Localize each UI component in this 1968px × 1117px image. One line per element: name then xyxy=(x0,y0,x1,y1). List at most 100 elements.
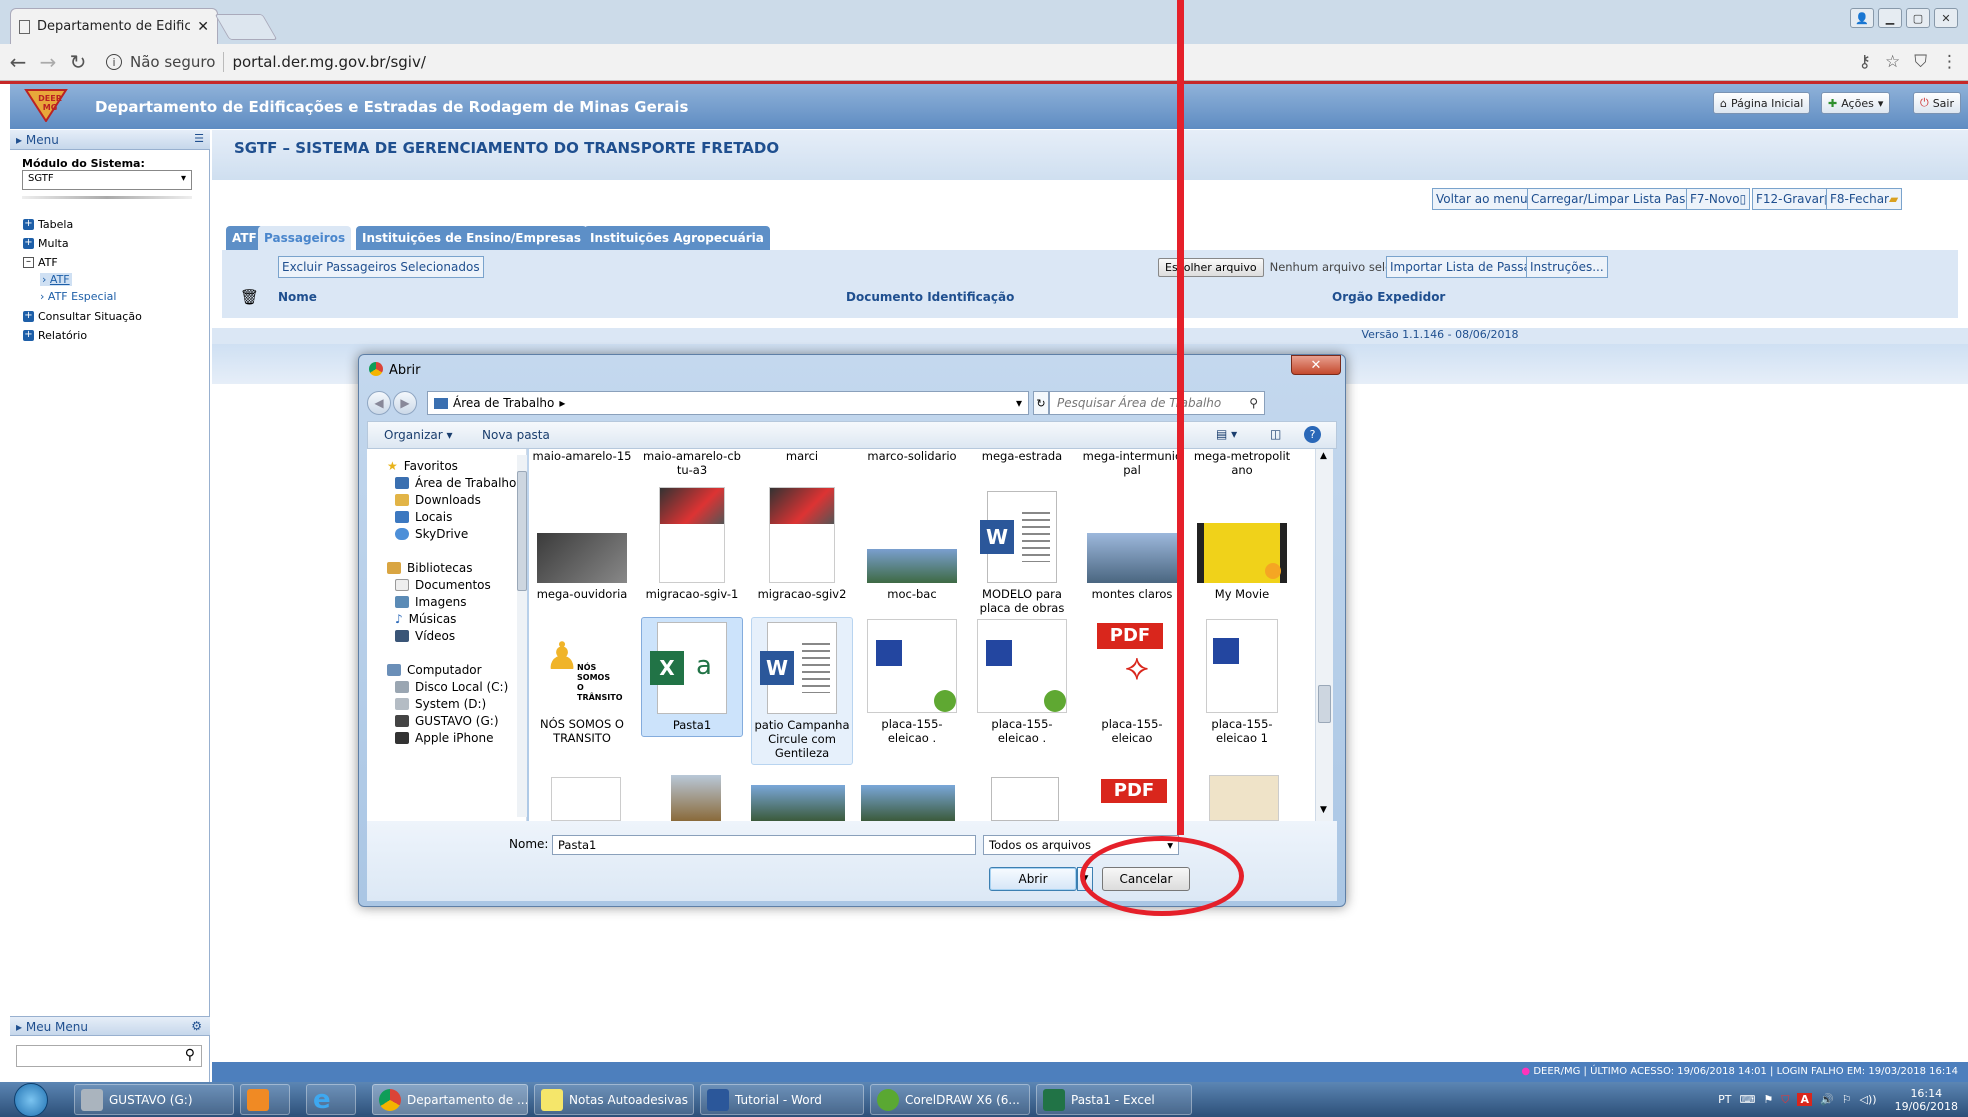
back-icon[interactable]: ← xyxy=(6,50,30,74)
omnibox[interactable]: i Não seguro portal.der.mg.gov.br/sgiv/ xyxy=(106,52,426,72)
flag-icon[interactable]: ⚐ xyxy=(1842,1093,1852,1106)
file-item[interactable]: W MODELO para placa de obras xyxy=(971,487,1073,615)
back-to-menu-button[interactable]: Voltar ao menu xyxy=(1432,188,1532,210)
home-button[interactable]: ⌂ Página Inicial xyxy=(1713,92,1811,114)
nav-computer[interactable]: Computador xyxy=(387,663,482,677)
keyboard-icon[interactable]: ⌨ xyxy=(1739,1093,1755,1106)
nav-images[interactable]: Imagens xyxy=(395,595,466,609)
shield-icon[interactable]: ⛉ xyxy=(1781,1093,1789,1107)
menu-list-icon[interactable]: ☰ xyxy=(194,132,204,145)
file-item[interactable]: mega-ouvidoria xyxy=(531,487,633,601)
nav-disk-c[interactable]: Disco Local (C:) xyxy=(395,680,508,694)
taskbar-item-excel[interactable]: Pasta1 - Excel xyxy=(1036,1084,1192,1115)
close-button[interactable]: F8-Fechar ▰ xyxy=(1826,188,1903,210)
document-thumbnail[interactable] xyxy=(551,777,621,821)
browser-tab[interactable]: Departamento de Edifica ✕ xyxy=(10,8,218,44)
search-icon[interactable]: ⚲ xyxy=(185,1047,195,1063)
reload-icon[interactable]: ↻ xyxy=(66,50,90,74)
new-tab-button[interactable] xyxy=(214,14,278,40)
taskbar-item-media[interactable] xyxy=(240,1084,290,1115)
taskbar-item-word[interactable]: Tutorial - Word xyxy=(700,1084,864,1115)
trash-icon[interactable]: 🗑 xyxy=(240,288,259,306)
scrollbar-thumb[interactable] xyxy=(1318,685,1331,723)
file-item[interactable]: W patio Campanha Circule com Gentileza xyxy=(751,617,853,765)
minimize-icon[interactable]: ▁ xyxy=(1878,8,1902,28)
close-tab-icon[interactable]: ✕ xyxy=(197,19,209,35)
start-button[interactable] xyxy=(14,1083,48,1117)
maximize-icon[interactable]: ▢ xyxy=(1906,8,1930,28)
tab-instituicoes-ensino[interactable]: Instituições de Ensino/Empresas xyxy=(356,226,588,250)
refresh-icon[interactable]: ↻ xyxy=(1033,391,1049,415)
dialog-close-button[interactable]: ✕ xyxy=(1291,355,1341,375)
nav-documents[interactable]: Documentos xyxy=(395,578,491,592)
nav-scrollbar[interactable] xyxy=(517,455,527,817)
file-item[interactable]: mega-metropolit ano xyxy=(1191,449,1293,477)
wrench-icon[interactable]: ⚙ xyxy=(191,1019,202,1033)
location-breadcrumb[interactable]: Área de Trabalho ▸ ▾ xyxy=(427,391,1029,415)
file-item[interactable]: maio-amarelo-15 xyxy=(531,449,633,463)
view-icon[interactable]: ▤ ▾ xyxy=(1216,427,1237,441)
sidebar-search-input[interactable]: ⚲ xyxy=(16,1045,202,1067)
new-button[interactable]: F7-Novo ▯ xyxy=(1686,188,1751,210)
file-item-selected[interactable]: X a Pasta1 xyxy=(641,617,743,737)
file-item[interactable]: placa-155-eleicao 1 xyxy=(1191,619,1293,745)
clock[interactable]: 16:14 19/06/2018 xyxy=(1895,1087,1958,1113)
tree-item-relatorio[interactable]: + Relatório xyxy=(23,329,87,342)
back-icon[interactable]: ◀ xyxy=(367,391,391,415)
menu-dots-icon[interactable]: ⋮ xyxy=(1941,52,1958,72)
speaker-icon[interactable]: 🔊 xyxy=(1820,1093,1834,1106)
key-icon[interactable]: ⚷ xyxy=(1859,52,1871,72)
sidebar-menu-header[interactable]: ▸ Menu ☰ xyxy=(10,130,210,150)
nav-scrollbar-thumb[interactable] xyxy=(517,471,527,591)
nav-favorites[interactable]: ★ Favoritos xyxy=(387,459,458,473)
file-item[interactable]: placa-155-eleicao . xyxy=(861,619,963,745)
my-menu-header[interactable]: ▸ Meu Menu ⚙ xyxy=(10,1016,210,1036)
taskbar-item-notes[interactable]: Notas Autoadesivas xyxy=(534,1084,694,1115)
volume-icon[interactable]: ◁)) xyxy=(1860,1093,1877,1106)
module-select[interactable]: SGTF ▾ xyxy=(22,170,192,190)
choose-file-button[interactable]: Escolher arquivo xyxy=(1158,257,1264,277)
nav-videos[interactable]: Vídeos xyxy=(395,629,455,643)
new-folder-button[interactable]: Nova pasta xyxy=(482,428,550,442)
tree-item-atf-especial[interactable]: › ATF Especial xyxy=(40,290,116,303)
close-window-icon[interactable]: ✕ xyxy=(1934,8,1958,28)
organize-button[interactable]: Organizar ▾ xyxy=(384,428,453,442)
tree-item-multa[interactable]: + Multa xyxy=(23,237,69,250)
forward-icon[interactable]: ▶ xyxy=(393,391,417,415)
help-icon[interactable]: ? xyxy=(1304,426,1321,443)
tab-passageiros[interactable]: Passageiros xyxy=(258,226,352,250)
file-item[interactable]: maio-amarelo-cb tu-a3 xyxy=(641,449,743,477)
file-item[interactable]: marci xyxy=(751,449,853,463)
acrobat-icon[interactable]: A xyxy=(1797,1093,1812,1106)
language-indicator[interactable]: PT xyxy=(1718,1093,1731,1106)
file-item[interactable]: montes claros xyxy=(1081,487,1183,601)
pdf-file-icon[interactable]: PDF xyxy=(1101,779,1167,803)
instructions-button[interactable]: Instruções... xyxy=(1526,256,1608,278)
exit-button[interactable]: ⏻ Sair xyxy=(1913,92,1962,114)
tree-item-consultar[interactable]: + Consultar Situação xyxy=(23,310,142,323)
image-thumbnail[interactable] xyxy=(671,775,721,821)
delete-selected-button[interactable]: Excluir Passageiros Selecionados xyxy=(278,256,484,278)
file-item[interactable]: migracao-sgiv-1 xyxy=(641,487,743,601)
open-button[interactable]: Abrir xyxy=(989,867,1077,891)
file-item[interactable]: PDF ⟡ placa-155-eleicao xyxy=(1081,619,1183,745)
star-icon[interactable]: ☆ xyxy=(1885,52,1900,72)
scroll-up-icon[interactable]: ▲ xyxy=(1320,451,1327,461)
nav-music[interactable]: ♪ Músicas xyxy=(395,612,456,626)
nav-disk-d[interactable]: System (D:) xyxy=(395,697,486,711)
taskbar-item-drive[interactable]: GUSTAVO (G:) xyxy=(74,1084,234,1115)
actions-button[interactable]: ✚ Ações ▾ xyxy=(1821,92,1891,114)
file-item[interactable]: mega-intermunic pal xyxy=(1081,449,1183,477)
preview-pane-icon[interactable]: ◫ xyxy=(1270,427,1281,441)
image-thumbnail[interactable] xyxy=(751,785,845,821)
nav-places[interactable]: Locais xyxy=(395,510,452,524)
nav-downloads[interactable]: Downloads xyxy=(395,493,481,507)
taskbar-item-chrome[interactable]: Departamento de ... xyxy=(372,1084,528,1115)
nav-libraries[interactable]: Bibliotecas xyxy=(387,561,472,575)
shield-icon[interactable]: ⛉ xyxy=(1914,52,1927,72)
file-item[interactable]: My Movie xyxy=(1191,487,1293,601)
file-item[interactable]: moc-bac xyxy=(861,487,963,601)
nav-iphone[interactable]: Apple iPhone xyxy=(395,731,493,745)
tree-item-atf-child[interactable]: › ATF xyxy=(40,273,72,286)
file-name-input[interactable]: Pasta1 xyxy=(552,835,976,855)
